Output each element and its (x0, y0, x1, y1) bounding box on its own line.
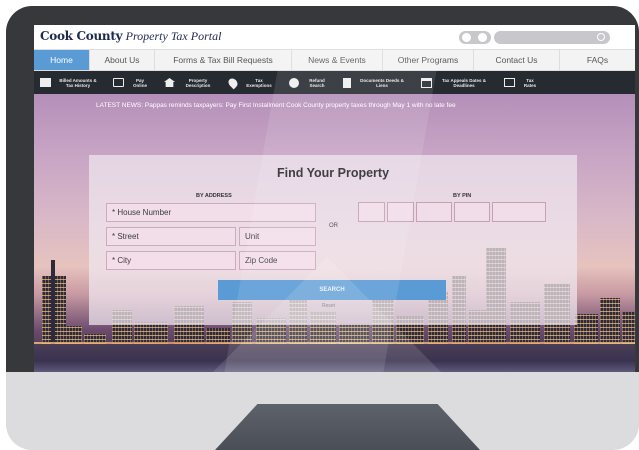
quick-link-label: Tax Rates (523, 77, 537, 88)
page-title: Find Your Property (276, 166, 390, 180)
site-logo[interactable]: Cook County Property Tax Portal (40, 29, 221, 44)
monitor-stand (215, 404, 480, 450)
tab-faqs[interactable]: FAQs (560, 50, 635, 70)
quick-link-tax-exemptions[interactable]: Tax Exemptions (226, 76, 275, 89)
quick-link-billed-amounts[interactable]: Billed Amounts & Tax History (40, 78, 99, 88)
hero-banner: LATEST NEWS: Pappas reminds taxpayers: P… (34, 94, 635, 372)
toggle-knob-icon (462, 33, 471, 42)
property-search-card: Find Your Property BY ADDRESS BY PIN * H… (89, 155, 577, 325)
quick-link-label: Property Description (185, 77, 211, 88)
home-icon (164, 78, 175, 87)
unit-field[interactable]: Unit (239, 227, 316, 246)
reset-link[interactable]: Reset (322, 303, 335, 309)
search-button[interactable]: SEARCH (218, 280, 446, 300)
pin-field-2[interactable] (387, 202, 414, 222)
by-pin-label: BY PIN (453, 193, 472, 199)
site-header: Cook County Property Tax Portal (34, 25, 635, 49)
news-text: Pappas reminds taxpayers: Pay First Inst… (144, 102, 456, 109)
browser-screen: Cook County Property Tax Portal Home Abo… (34, 25, 635, 372)
location-pin-icon (226, 76, 240, 89)
quick-link-tax-rates[interactable]: Tax Rates (504, 78, 539, 88)
gear-icon (289, 77, 299, 88)
quick-link-label: Tax Appeals Dates & Deadlines (441, 77, 486, 88)
tab-about-us[interactable]: About Us (90, 50, 155, 70)
quick-link-property-description[interactable]: Property Description (164, 78, 215, 88)
quick-link-label: Pay Online (132, 77, 147, 88)
quick-link-label: Refund Search (309, 77, 325, 88)
tab-contact-us[interactable]: Contact Us (474, 50, 560, 70)
toggle-switch[interactable] (459, 31, 491, 44)
or-separator: OR (329, 223, 338, 229)
logo-bold-text: Cook County (40, 29, 123, 43)
main-navigation: Home About Us Forms & Tax Bill Requests … (34, 49, 635, 71)
tab-home[interactable]: Home (34, 50, 90, 70)
quick-link-label: Tax Exemptions (246, 77, 272, 88)
tab-forms-tax-bill-requests[interactable]: Forms & Tax Bill Requests (155, 50, 292, 70)
site-search-input[interactable] (494, 31, 610, 44)
quick-link-label: Billed Amounts & Tax History (59, 77, 97, 88)
quick-link-refund-search[interactable]: Refund Search (289, 77, 329, 88)
toggle-knob-icon (478, 33, 487, 42)
document-icon (343, 77, 351, 88)
calendar-icon (421, 77, 432, 88)
logo-italic-text: Property Tax Portal (125, 29, 222, 43)
city-field[interactable]: * City (106, 251, 236, 270)
news-prefix: LATEST NEWS: (96, 102, 144, 109)
pin-field-5[interactable] (492, 202, 546, 222)
pin-field-3[interactable] (416, 202, 452, 222)
folder-icon (40, 78, 51, 87)
monitor-icon (113, 78, 124, 87)
by-address-label: BY ADDRESS (196, 193, 232, 199)
pin-field-4[interactable] (454, 202, 490, 222)
tab-other-programs[interactable]: Other Programs (383, 50, 474, 70)
zip-code-field[interactable]: Zip Code (239, 251, 316, 270)
street-field[interactable]: * Street (106, 227, 236, 246)
pin-field-1[interactable] (358, 202, 385, 222)
quick-link-label: Documents Deeds & Liens (360, 77, 404, 88)
quick-links-bar: Billed Amounts & Tax History Pay Online … (34, 71, 635, 94)
quick-link-tax-appeals[interactable]: Tax Appeals Dates & Deadlines (421, 77, 490, 88)
search-icon[interactable] (597, 33, 605, 41)
latest-news-ticker[interactable]: LATEST NEWS: Pappas reminds taxpayers: P… (96, 102, 566, 110)
tab-news-events[interactable]: News & Events (292, 50, 383, 70)
chart-icon (504, 78, 515, 87)
quick-link-documents[interactable]: Documents Deeds & Liens (343, 77, 407, 88)
house-number-field[interactable]: * House Number (106, 203, 316, 222)
quick-link-pay-online[interactable]: Pay Online (113, 78, 150, 88)
